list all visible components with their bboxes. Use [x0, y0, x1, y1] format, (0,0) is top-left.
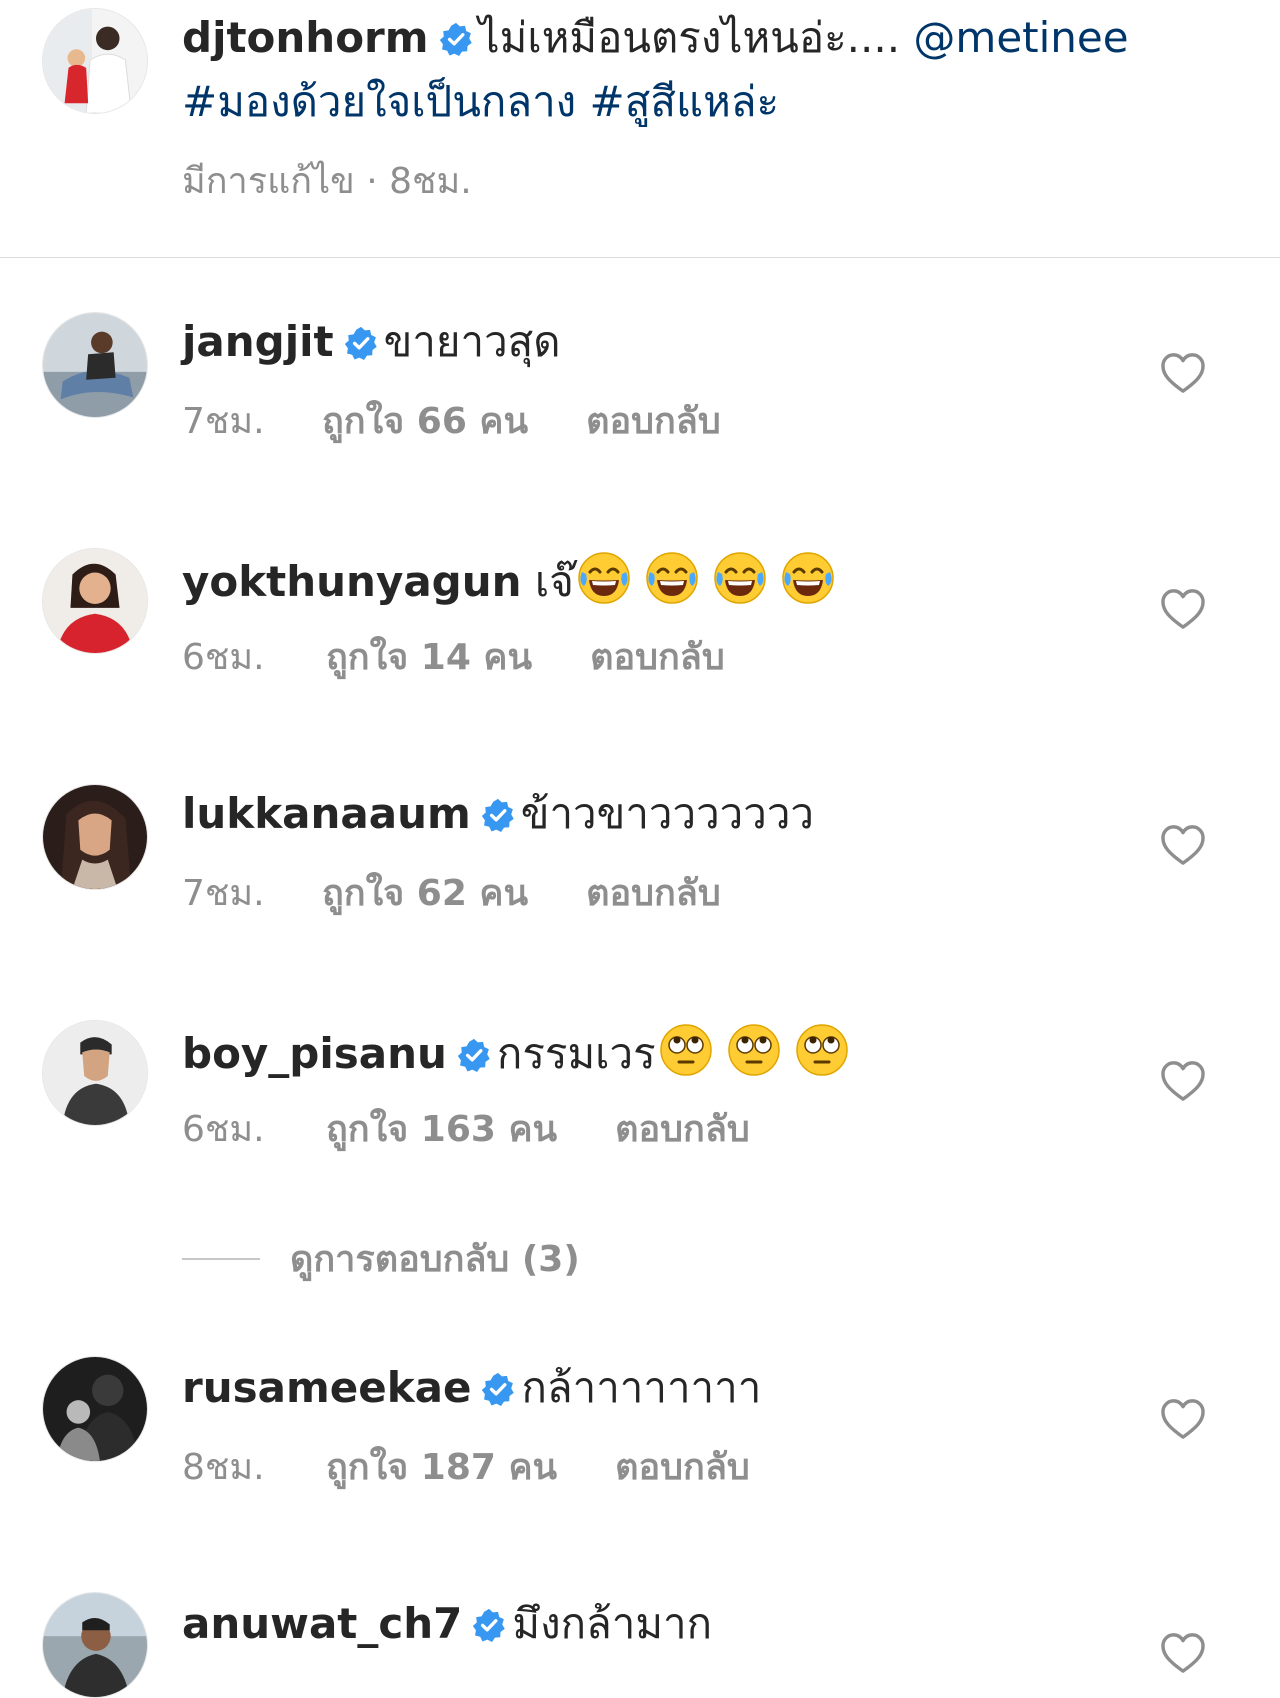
verified-badge-icon	[481, 798, 515, 832]
comment-time: 7ชม.	[182, 401, 265, 442]
reply-button[interactable]: ตอบกลับ	[586, 872, 721, 916]
caption-hashtag-line: #มองด้วยใจเป็นกลาง #สูสีแหล่ะ	[182, 74, 779, 130]
verified-badge-icon	[439, 22, 473, 56]
comment-meta: 7ชม. ถูกใจ 62 คน ตอบกลับ	[182, 872, 721, 916]
view-replies-button[interactable]: ดูการตอบกลับ (3)	[182, 1230, 580, 1280]
comment-username[interactable]: rusameekae	[182, 1363, 471, 1412]
comment-time: 8ชม.	[182, 1447, 265, 1488]
comment-text: เจ๊	[534, 557, 574, 606]
comment-likes[interactable]: ถูกใจ 187 คน	[326, 1446, 557, 1490]
caption-line: djtonhorm ไม่เหมือนตรงไหนอ่ะ.... @metinee	[182, 10, 1129, 66]
comment-text: กล้าาาาาาาา	[521, 1363, 762, 1412]
face-with-rolling-eyes-icon	[726, 1022, 782, 1078]
avatar-photo	[43, 313, 147, 417]
comment-meta: 8ชม. ถูกใจ 187 คน ตอบกลับ	[182, 1446, 750, 1490]
heart-icon[interactable]	[1160, 1398, 1206, 1440]
comment-meta: 6ชม. ถูกใจ 14 คน ตอบกลับ	[182, 636, 725, 680]
comment-text: ข้าวขาววววววว	[520, 789, 815, 838]
avatar-photo	[43, 549, 147, 653]
comment-meta: 7ชม. ถูกใจ 66 คน ตอบกลับ	[182, 400, 721, 444]
caption-hashtags[interactable]: #มองด้วยใจเป็นกลาง #สูสีแหล่ะ	[182, 77, 779, 126]
comment-text: ขายาวสุด	[383, 317, 561, 366]
face-with-tears-of-joy-icon	[576, 550, 632, 606]
heart-icon[interactable]	[1160, 1632, 1206, 1674]
reply-button[interactable]: ตอบกลับ	[590, 636, 725, 680]
face-with-rolling-eyes-icon	[794, 1022, 850, 1078]
heart-icon[interactable]	[1160, 588, 1206, 630]
face-with-tears-of-joy-icon	[644, 550, 700, 606]
avatar[interactable]	[42, 784, 148, 890]
comment-text: กรรมเวร	[496, 1029, 656, 1078]
comment-time: 6ชม.	[182, 637, 265, 678]
caption-meta: มีการแก้ไข · 8ชม.	[182, 161, 472, 202]
avatar-photo	[43, 785, 147, 889]
verified-badge-icon	[481, 1372, 515, 1406]
verified-badge-icon	[472, 1608, 506, 1642]
comment-likes[interactable]: ถูกใจ 62 คน	[322, 872, 528, 916]
comment-line: anuwat_ch7 มึงกล้ามาก	[182, 1596, 712, 1652]
verified-badge-icon	[457, 1038, 491, 1072]
comment-line: yokthunyagun เจ๊	[182, 550, 836, 610]
face-with-tears-of-joy-icon	[712, 550, 768, 606]
caption-text: ไม่เหมือนตรงไหนอ่ะ....	[478, 13, 901, 62]
reply-button[interactable]: ตอบกลับ	[615, 1446, 750, 1490]
face-with-rolling-eyes-icon	[658, 1022, 714, 1078]
comment-line: boy_pisanu กรรมเวร	[182, 1022, 850, 1082]
avatar[interactable]	[42, 548, 148, 654]
comment-likes[interactable]: ถูกใจ 66 คน	[322, 400, 528, 444]
divider	[0, 257, 1280, 258]
comment-likes[interactable]: ถูกใจ 163 คน	[326, 1108, 557, 1152]
comment-line: jangjit ขายาวสุด	[182, 314, 561, 370]
heart-icon[interactable]	[1160, 824, 1206, 866]
comment-username[interactable]: jangjit	[182, 317, 334, 366]
comment-time: 6ชม.	[182, 1109, 265, 1150]
reply-button[interactable]: ตอบกลับ	[586, 400, 721, 444]
face-with-tears-of-joy-icon	[780, 550, 836, 606]
avatar-photo	[43, 1021, 147, 1125]
comment-time: 7ชม.	[182, 873, 265, 914]
comment-username[interactable]: lukkanaaum	[182, 789, 471, 838]
avatar-photo	[43, 1357, 147, 1461]
avatar[interactable]	[42, 312, 148, 418]
verified-badge-icon	[344, 326, 378, 360]
comment-text: มึงกล้ามาก	[512, 1599, 713, 1648]
comment-line: rusameekae กล้าาาาาาาา	[182, 1360, 761, 1416]
avatar[interactable]	[42, 8, 148, 114]
comment-username[interactable]: yokthunyagun	[182, 557, 522, 606]
avatar[interactable]	[42, 1020, 148, 1126]
comment-meta: 6ชม. ถูกใจ 163 คน ตอบกลับ	[182, 1108, 750, 1152]
view-replies-line	[182, 1257, 260, 1260]
avatar-photo	[43, 9, 147, 113]
view-replies-label: ดูการตอบกลับ (3)	[290, 1239, 580, 1280]
avatar[interactable]	[42, 1592, 148, 1698]
comment-likes[interactable]: ถูกใจ 14 คน	[326, 636, 532, 680]
reply-button[interactable]: ตอบกลับ	[615, 1108, 750, 1152]
caption-username[interactable]: djtonhorm	[182, 13, 429, 62]
comment-username[interactable]: anuwat_ch7	[182, 1599, 462, 1648]
avatar-photo	[43, 1593, 147, 1697]
heart-icon[interactable]	[1160, 352, 1206, 394]
post-caption: djtonhorm ไม่เหมือนตรงไหนอ่ะ.... @metinee…	[0, 0, 1280, 258]
heart-icon[interactable]	[1160, 1060, 1206, 1102]
comment-line: lukkanaaum ข้าวขาววววววว	[182, 786, 814, 842]
avatar[interactable]	[42, 1356, 148, 1462]
comment-username[interactable]: boy_pisanu	[182, 1029, 447, 1078]
caption-mention-link[interactable]: @metinee	[913, 13, 1128, 62]
